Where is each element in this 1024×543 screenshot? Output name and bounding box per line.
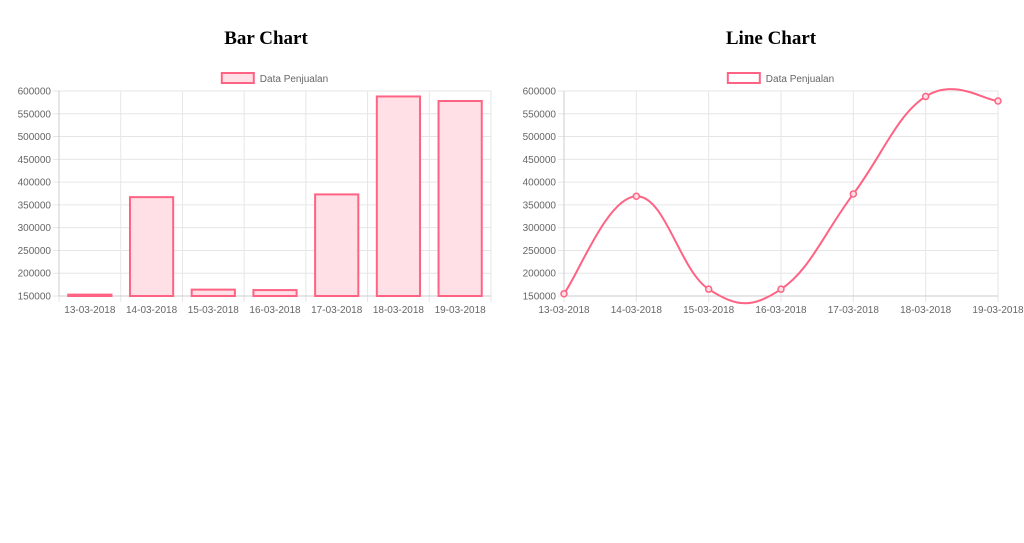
data-point bbox=[921, 92, 930, 101]
line-chart: Data Penjualan 150000 200000 250000 300000 35… bbox=[523, 72, 1024, 316]
y-tick-label: 500000 bbox=[523, 132, 557, 143]
page: Bar Chart Line Chart Data Penjualan 15000… bbox=[0, 0, 1024, 543]
data-point bbox=[704, 285, 713, 293]
data-point bbox=[849, 190, 858, 198]
y-tick-label: 600000 bbox=[523, 87, 557, 98]
y-tick-label: 150000 bbox=[18, 292, 52, 303]
y-tick-label: 300000 bbox=[523, 223, 557, 234]
data-point bbox=[560, 289, 568, 298]
data-point bbox=[994, 97, 1002, 105]
y-tick-label: 550000 bbox=[523, 109, 557, 120]
data-point bbox=[632, 192, 641, 200]
x-tick-label: 13-03-2018 bbox=[538, 305, 590, 316]
x-tick-label: 19-03-2018 bbox=[972, 305, 1024, 316]
legend-label: Data Penjualan bbox=[766, 74, 834, 85]
y-tick-label: 200000 bbox=[18, 269, 52, 280]
x-tick-label: 15-03-2018 bbox=[683, 305, 735, 316]
x-tick-label: 18-03-2018 bbox=[900, 305, 952, 316]
y-tick-label: 500000 bbox=[18, 132, 52, 143]
bar bbox=[252, 289, 298, 297]
y-tick-label: 600000 bbox=[18, 87, 52, 98]
y-tick-label: 350000 bbox=[18, 200, 52, 211]
bar bbox=[314, 193, 360, 298]
y-tick-label: 450000 bbox=[18, 155, 52, 166]
y-tick-label: 250000 bbox=[523, 246, 557, 257]
y-tick-label: 200000 bbox=[523, 269, 557, 280]
y-tick-label: 450000 bbox=[523, 155, 557, 166]
data-point bbox=[777, 285, 785, 293]
y-tick-label: 150000 bbox=[523, 292, 557, 303]
y-tick-label: 550000 bbox=[18, 109, 52, 120]
x-tick-label: 15-03-2018 bbox=[188, 305, 240, 316]
x-tick-label: 16-03-2018 bbox=[755, 305, 807, 316]
x-tick-label: 17-03-2018 bbox=[828, 305, 880, 316]
bar-chart: Data Penjualan 150000 200000 250000 300000 35… bbox=[18, 72, 492, 316]
x-tick-label: 14-03-2018 bbox=[611, 305, 663, 316]
x-tick-label: 16-03-2018 bbox=[249, 305, 301, 316]
x-tick-label: 19-03-2018 bbox=[435, 305, 487, 316]
line-chart-title: Line Chart bbox=[725, 28, 817, 49]
legend-label: Data Penjualan bbox=[260, 74, 328, 85]
bar bbox=[437, 100, 483, 298]
y-tick-label: 400000 bbox=[523, 178, 557, 189]
bar bbox=[190, 288, 236, 298]
bar bbox=[375, 95, 422, 298]
bar-chart-title: Bar Chart bbox=[224, 28, 308, 49]
y-tick-label: 350000 bbox=[523, 200, 557, 211]
legend-swatch bbox=[726, 72, 761, 84]
x-tick-label: 18-03-2018 bbox=[373, 305, 425, 316]
y-tick-label: 250000 bbox=[18, 246, 52, 257]
y-tick-label: 300000 bbox=[18, 223, 52, 234]
x-tick-label: 17-03-2018 bbox=[311, 305, 363, 316]
x-tick-label: 13-03-2018 bbox=[64, 305, 116, 316]
legend-swatch bbox=[220, 72, 255, 84]
bar bbox=[67, 293, 113, 297]
y-tick-label: 400000 bbox=[18, 178, 52, 189]
bar bbox=[128, 196, 175, 297]
x-tick-label: 14-03-2018 bbox=[126, 305, 178, 316]
